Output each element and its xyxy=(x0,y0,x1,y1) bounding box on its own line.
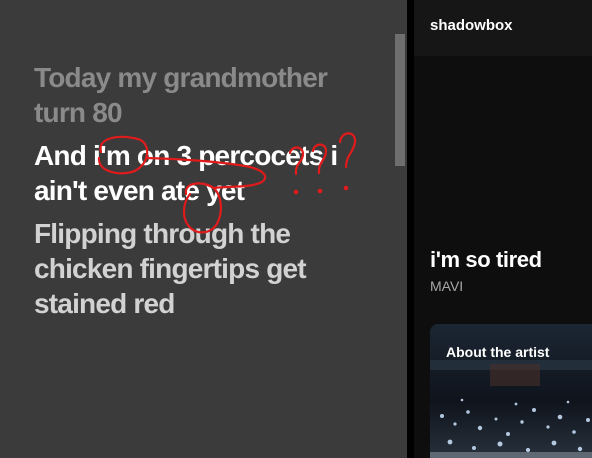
panel-resize-handle[interactable] xyxy=(407,0,414,458)
artist-name[interactable]: MAVI xyxy=(430,278,463,294)
playlist-title[interactable]: shadowbox xyxy=(430,17,513,34)
lyrics-list: Today my grandmother turn 80 And i'm on … xyxy=(34,60,374,329)
lyric-line-active[interactable]: And i'm on 3 percocets i ain't even ate … xyxy=(34,138,374,208)
spotify-window: Today my grandmother turn 80 And i'm on … xyxy=(0,0,592,458)
about-artist-card[interactable]: About the artist xyxy=(430,324,592,458)
now-playing-panel: shadowbox i'm so tired MAVI About the ar… xyxy=(414,0,592,458)
lyrics-panel: Today my grandmother turn 80 And i'm on … xyxy=(0,0,407,458)
song-title[interactable]: i'm so tired xyxy=(430,247,542,273)
lyric-line-upcoming[interactable]: Flipping through the chicken fingertips … xyxy=(34,216,374,321)
lyrics-scrollbar-thumb[interactable] xyxy=(395,34,405,166)
about-artist-label: About the artist xyxy=(446,344,550,360)
lyric-line-past[interactable]: Today my grandmother turn 80 xyxy=(34,60,374,130)
now-playing-header: shadowbox xyxy=(414,0,592,56)
